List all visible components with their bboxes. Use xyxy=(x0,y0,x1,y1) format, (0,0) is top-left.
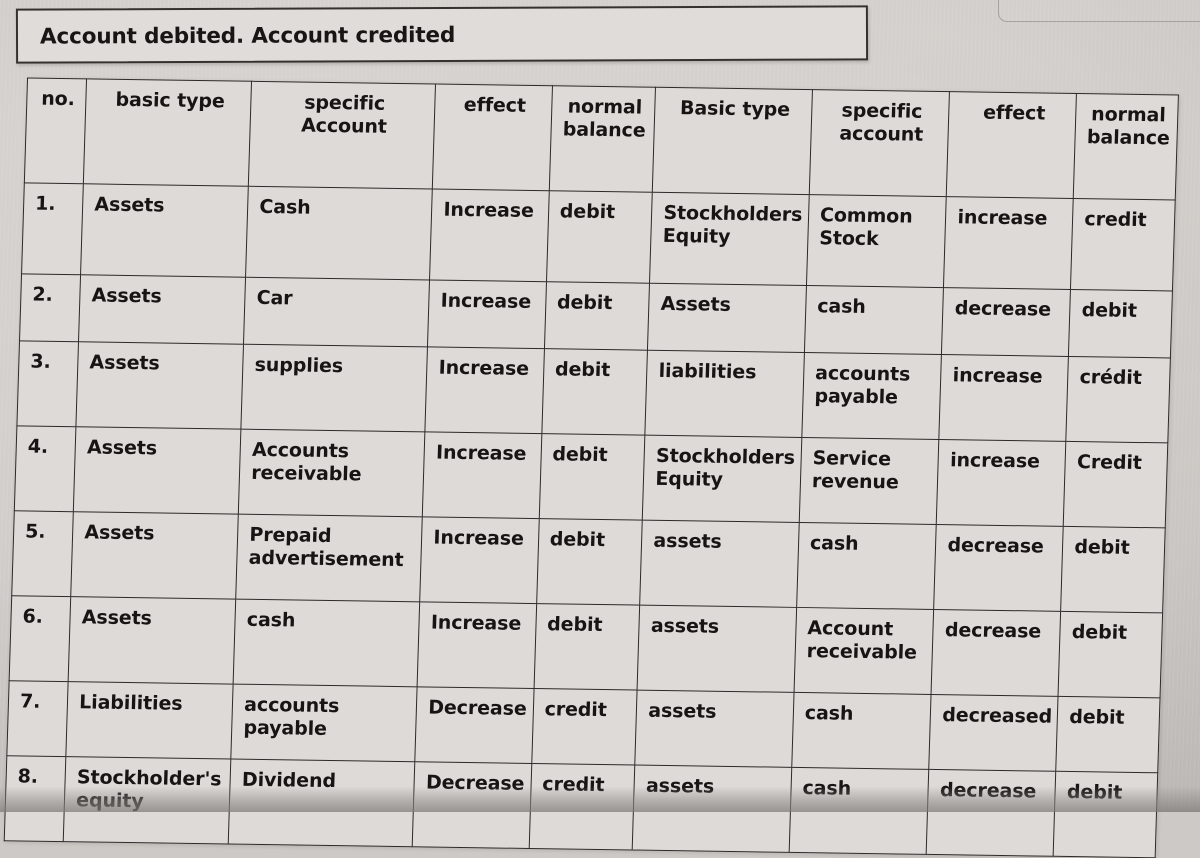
cell-basic-type-debit: Assets xyxy=(76,341,244,430)
header-specific-account-credit: specific account xyxy=(809,89,950,197)
cell-basic-type-debit: Assets xyxy=(73,426,242,515)
cell-basic-type-debit: Stockholder's equity xyxy=(63,756,232,845)
cell-normal-balance-debit: credit xyxy=(528,763,636,851)
cell-effect-debit: Decrease xyxy=(412,761,532,849)
header-basic-type-credit: Basic type xyxy=(652,87,813,195)
header-normal-balance-credit: normal balance xyxy=(1073,93,1179,201)
cell-effect-credit: decreased xyxy=(929,694,1059,772)
worksheet-table-wrapper: no. basic type specific Account effect n… xyxy=(3,77,1179,858)
cell-specific-account-debit: accounts payable xyxy=(231,684,418,762)
cell-normal-balance-debit: debit xyxy=(538,433,646,521)
cell-specific-account-credit: cash xyxy=(791,692,932,770)
cell-effect-credit: decrease xyxy=(926,769,1057,857)
cell-normal-balance-debit: debit xyxy=(533,603,641,691)
cell-specific-account-debit: supplies xyxy=(241,344,428,432)
cell-normal-balance-credit: debit xyxy=(1060,526,1166,613)
cell-normal-balance-debit: credit xyxy=(531,688,638,766)
cell-specific-account-debit: Prepaid advertisement xyxy=(235,514,423,602)
cell-effect-debit: Increase xyxy=(429,188,549,282)
cell-specific-account-debit: Cash xyxy=(245,186,433,280)
cell-specific-account-debit: Accounts receivable xyxy=(238,429,426,517)
cell-specific-account-credit: Common Stock xyxy=(806,194,947,288)
header-specific-account-debit: specific Account xyxy=(248,81,436,189)
cell-specific-account-credit: cash xyxy=(789,767,930,855)
cell-no: 4. xyxy=(14,425,77,512)
cell-effect-debit: Increase xyxy=(422,431,542,519)
cell-basic-type-debit: Assets xyxy=(80,183,249,278)
cell-normal-balance-debit: debit xyxy=(541,348,648,436)
cell-no: 1. xyxy=(21,182,84,275)
cell-basic-type-debit: Assets xyxy=(70,511,239,600)
cell-basic-type-debit: Liabilities xyxy=(66,681,234,760)
cell-normal-balance-credit: crédit xyxy=(1066,356,1171,443)
header-basic-type-debit: basic type xyxy=(83,78,252,187)
header-no: no. xyxy=(24,77,87,184)
cell-effect-credit: decrease xyxy=(934,524,1064,612)
cell-effect-credit: increase xyxy=(936,439,1067,527)
cell-specific-account-credit: Service revenue xyxy=(799,437,940,525)
cell-basic-type-debit: Assets xyxy=(78,274,246,345)
cell-specific-account-debit: Car xyxy=(243,277,430,347)
table-body: 1. Assets Cash Increase debit Stockholde… xyxy=(4,182,1176,858)
cell-basic-type-credit: Assets xyxy=(647,283,807,353)
cell-effect-debit: Increase xyxy=(417,601,537,689)
cell-basic-type-credit: assets xyxy=(640,520,800,608)
table-row: 1. Assets Cash Increase debit Stockholde… xyxy=(21,182,1176,291)
cell-basic-type-credit: assets xyxy=(635,690,794,768)
cell-basic-type-credit: Stockholders Equity xyxy=(642,435,802,523)
cell-specific-account-debit: cash xyxy=(233,599,421,687)
header-effect-credit: effect xyxy=(946,91,1077,199)
cell-specific-account-credit: cash xyxy=(804,285,944,355)
cell-normal-balance-debit: debit xyxy=(544,281,650,351)
table-row: 8. Stockholder's equity Dividend Decreas… xyxy=(4,755,1158,858)
cell-normal-balance-credit: credit xyxy=(1070,198,1176,291)
table-header: no. basic type specific Account effect n… xyxy=(24,77,1179,201)
prompt-box: Account debited. Account credited xyxy=(15,5,869,64)
prompt-text: Account debited. Account credited xyxy=(39,22,456,50)
cell-basic-type-credit: assets xyxy=(637,605,797,693)
cell-specific-account-credit: Account receivable xyxy=(793,607,935,695)
cell-normal-balance-debit: debit xyxy=(536,518,643,606)
cell-effect-credit: increase xyxy=(943,196,1074,290)
cell-basic-type-debit: Assets xyxy=(68,596,236,685)
cell-effect-debit: Decrease xyxy=(415,686,534,764)
cell-normal-balance-credit: Credit xyxy=(1063,441,1168,528)
cell-no: 6. xyxy=(9,595,71,682)
cell-normal-balance-credit: debit xyxy=(1056,696,1161,773)
account-entries-table: no. basic type specific Account effect n… xyxy=(3,77,1179,858)
cell-normal-balance-credit: debit xyxy=(1068,289,1173,358)
cell-normal-balance-credit: debit xyxy=(1058,611,1163,698)
cell-no: 3. xyxy=(16,340,79,427)
cell-no: 8. xyxy=(4,755,67,842)
header-normal-balance-debit: normal balance xyxy=(548,85,656,193)
cell-basic-type-credit: assets xyxy=(632,765,792,853)
cell-effect-credit: decrease xyxy=(931,609,1061,697)
cell-no: 5. xyxy=(11,510,74,597)
header-effect-debit: effect xyxy=(432,84,553,191)
cell-specific-account-debit: Dividend xyxy=(228,759,416,847)
cell-no: 2. xyxy=(19,273,81,342)
cell-specific-account-credit: cash xyxy=(796,522,937,610)
cell-basic-type-credit: Stockholders Equity xyxy=(649,192,810,286)
cell-basic-type-credit: liabilities xyxy=(645,350,805,438)
cell-effect-debit: Increase xyxy=(427,279,547,349)
cell-no: 7. xyxy=(6,680,69,757)
cell-normal-balance-debit: debit xyxy=(546,190,653,284)
cell-specific-account-credit: accounts payable xyxy=(801,352,942,440)
cell-effect-debit: Increase xyxy=(420,516,539,604)
cell-effect-credit: decrease xyxy=(941,287,1071,357)
cell-normal-balance-credit: debit xyxy=(1053,771,1158,858)
cell-effect-credit: increase xyxy=(939,354,1069,442)
cell-effect-debit: Increase xyxy=(425,346,545,434)
table-header-row: no. basic type specific Account effect n… xyxy=(24,77,1179,201)
